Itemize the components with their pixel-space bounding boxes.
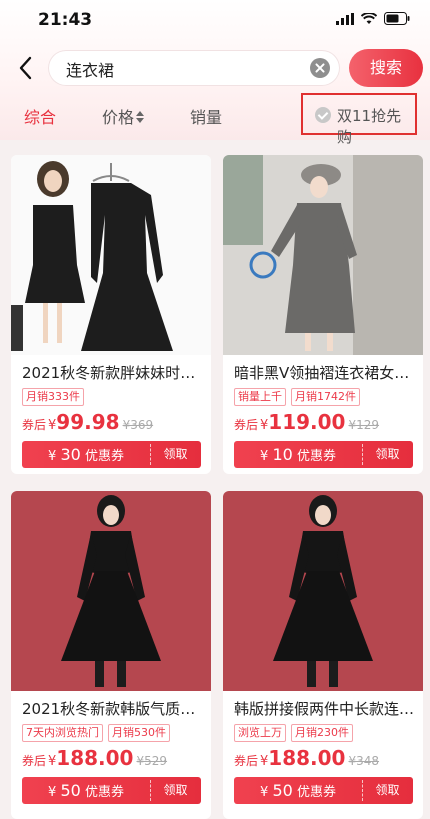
product-tag: 浏览上万 bbox=[234, 724, 286, 742]
tab-sales[interactable]: 销量 bbox=[190, 104, 222, 128]
product-tag: 月销333件 bbox=[22, 388, 84, 406]
original-price: ¥369 bbox=[122, 418, 154, 432]
product-title: 韩版拼接假两件中长款连衣裙 bbox=[234, 700, 416, 718]
coupon-label: 优惠券 bbox=[84, 785, 124, 800]
currency-symbol: ¥ bbox=[48, 418, 57, 433]
coupon-label: 优惠券 bbox=[296, 449, 336, 464]
tab-comprehensive[interactable]: 综合 bbox=[24, 104, 56, 128]
currency-symbol: ¥ bbox=[260, 754, 269, 769]
price-row: 券后 ¥ 119.00 ¥129 bbox=[234, 410, 379, 434]
product-tag: 月销530件 bbox=[108, 724, 170, 742]
wifi-icon bbox=[361, 12, 377, 24]
price-row: 券后 ¥ 188.00 ¥348 bbox=[234, 746, 379, 770]
coupon-amount: 30 bbox=[60, 445, 81, 464]
original-price: ¥129 bbox=[348, 418, 380, 432]
after-coupon-label: 券后 bbox=[234, 418, 259, 432]
coupon-currency: ¥ bbox=[48, 449, 57, 464]
product-tags: 月销333件 bbox=[22, 388, 84, 406]
product-tag: 月销1742件 bbox=[291, 388, 360, 406]
price-row: 券后 ¥ 99.98 ¥369 bbox=[22, 410, 153, 434]
product-card[interactable]: 2021秋冬新款胖妹妹时尚显瘦连衣裙 月销333件 券后 ¥ 99.98 ¥36… bbox=[11, 155, 211, 474]
claim-button[interactable]: 领取 bbox=[150, 777, 201, 804]
currency-symbol: ¥ bbox=[48, 754, 57, 769]
coupon-value: ¥ 50 优惠券 bbox=[22, 777, 150, 804]
coupon-value: ¥ 50 优惠券 bbox=[234, 777, 362, 804]
product-image[interactable] bbox=[223, 491, 423, 691]
coupon-amount: 10 bbox=[272, 445, 293, 464]
coupon-label: 优惠券 bbox=[296, 785, 336, 800]
price-row: 券后 ¥ 188.00 ¥529 bbox=[22, 746, 167, 770]
claim-button[interactable]: 领取 bbox=[150, 441, 201, 468]
product-title: 暗非黑V领抽褶连衣裙女秋季 bbox=[234, 364, 416, 382]
status-time: 21:43 bbox=[38, 10, 93, 30]
original-price: ¥348 bbox=[348, 754, 380, 768]
coupon-amount: 50 bbox=[60, 781, 81, 800]
signal-icon bbox=[336, 12, 354, 25]
product-price: 188.00 bbox=[268, 746, 346, 770]
coupon-currency: ¥ bbox=[260, 449, 269, 464]
coupon-currency: ¥ bbox=[48, 785, 57, 800]
product-tags: 浏览上万 月销230件 bbox=[234, 724, 353, 742]
coupon-amount: 50 bbox=[272, 781, 293, 800]
search-input[interactable]: 连衣裙 bbox=[48, 50, 340, 86]
coupon-button[interactable]: ¥ 50 优惠券 领取 bbox=[234, 777, 413, 804]
status-icons bbox=[336, 12, 410, 25]
product-image[interactable] bbox=[11, 491, 211, 691]
after-coupon-label: 券后 bbox=[22, 754, 47, 768]
coupon-button[interactable]: ¥ 10 优惠券 领取 bbox=[234, 441, 413, 468]
coupon-label: 优惠券 bbox=[84, 449, 124, 464]
claim-button[interactable]: 领取 bbox=[362, 441, 413, 468]
sort-caret-icon bbox=[136, 111, 145, 123]
original-price: ¥529 bbox=[136, 754, 168, 768]
coupon-currency: ¥ bbox=[260, 785, 269, 800]
search-button[interactable]: 搜索 bbox=[349, 49, 423, 87]
promo-filter-label: 双11抢先购 bbox=[337, 107, 402, 146]
product-card[interactable]: 2021秋冬新款韩版气质长袖连衣裙 7天内浏览热门 月销530件 券后 ¥ 18… bbox=[11, 491, 211, 819]
currency-symbol: ¥ bbox=[260, 418, 269, 433]
coupon-value: ¥ 30 优惠券 bbox=[22, 441, 150, 468]
product-image[interactable] bbox=[11, 155, 211, 355]
product-price: 99.98 bbox=[56, 410, 120, 434]
product-card[interactable]: 暗非黑V领抽褶连衣裙女秋季 销量上千 月销1742件 券后 ¥ 119.00 ¥… bbox=[223, 155, 423, 474]
coupon-value: ¥ 10 优惠券 bbox=[234, 441, 362, 468]
coupon-button[interactable]: ¥ 30 优惠券 领取 bbox=[22, 441, 201, 468]
after-coupon-label: 券后 bbox=[234, 754, 259, 768]
product-card[interactable]: 韩版拼接假两件中长款连衣裙 浏览上万 月销230件 券后 ¥ 188.00 ¥3… bbox=[223, 491, 423, 819]
product-tag: 7天内浏览热门 bbox=[22, 724, 103, 742]
header: 21:43 连衣裙 搜索 综合 价格 销量 双11抢先购 bbox=[0, 0, 430, 146]
product-tag: 月销230件 bbox=[291, 724, 353, 742]
product-tag: 销量上千 bbox=[234, 388, 286, 406]
tab-price[interactable]: 价格 bbox=[102, 104, 145, 128]
claim-button[interactable]: 领取 bbox=[362, 777, 413, 804]
search-query: 连衣裙 bbox=[66, 61, 115, 80]
product-title: 2021秋冬新款韩版气质长袖连衣裙 bbox=[22, 700, 204, 718]
promo-filter[interactable]: 双11抢先购 bbox=[301, 93, 417, 146]
product-tags: 销量上千 月销1742件 bbox=[234, 388, 360, 406]
product-title: 2021秋冬新款胖妹妹时尚显瘦连衣裙 bbox=[22, 364, 204, 382]
coupon-button[interactable]: ¥ 50 优惠券 领取 bbox=[22, 777, 201, 804]
back-arrow-icon[interactable] bbox=[14, 54, 38, 82]
product-price: 119.00 bbox=[268, 410, 346, 434]
product-image[interactable] bbox=[223, 155, 423, 355]
after-coupon-label: 券后 bbox=[22, 418, 47, 432]
check-icon[interactable] bbox=[315, 107, 331, 123]
tab-price-label: 价格 bbox=[102, 108, 135, 127]
product-tags: 7天内浏览热门 月销530件 bbox=[22, 724, 170, 742]
product-price: 188.00 bbox=[56, 746, 134, 770]
clear-icon[interactable] bbox=[310, 58, 330, 78]
battery-icon bbox=[384, 12, 410, 25]
